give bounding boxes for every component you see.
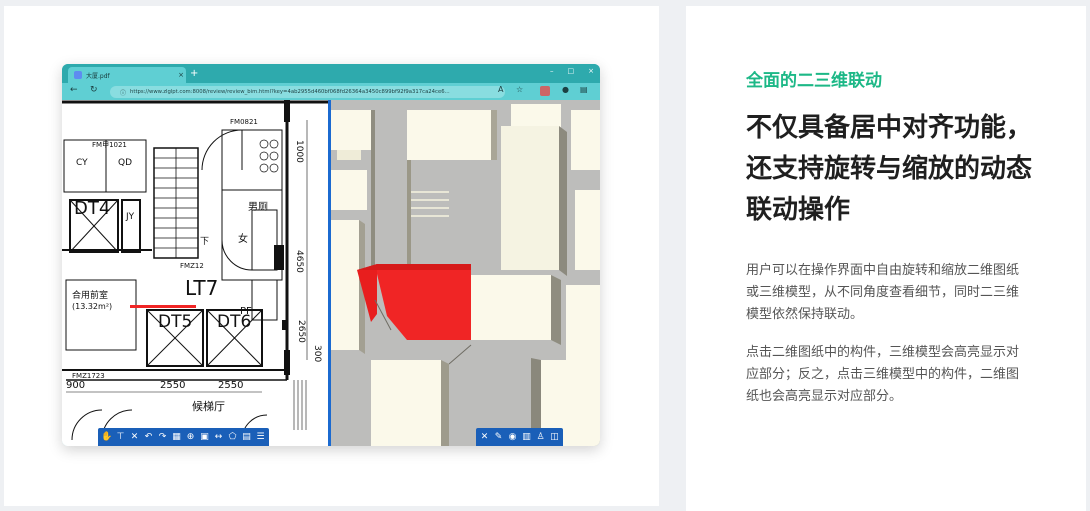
url-text: https://www.zlglpt.com:8008/review/revie…	[130, 89, 450, 95]
cad-label-qd: QD	[118, 158, 133, 168]
model-3d-pane[interactable]: ✕ ✎ ◉ ▥ ♙ ◫	[331, 100, 600, 446]
floor-plan-drawing	[62, 100, 328, 441]
description-paragraph-2: 点击二维图纸中的构件，三维模型会高亮显示对应部分；反之，点击三维模型中的构件，二…	[746, 345, 1020, 404]
tab-bar: 大厦.pdf × + – □ ×	[62, 64, 600, 83]
reload-icon[interactable]: ↻	[90, 85, 98, 95]
sidebar-icon[interactable]: ▤	[580, 85, 588, 94]
section-headline: 不仅具备居中对齐功能，还支持旋转与缩放的动态联动操作	[746, 113, 1033, 225]
section-kicker: 全面的二三维联动	[746, 71, 882, 91]
cad-label-fm1021: FM甲1021	[92, 141, 127, 149]
cad-label-cy: CY	[76, 158, 88, 168]
tab-close-icon[interactable]: ×	[176, 71, 186, 79]
browser-tab[interactable]: 大厦.pdf ×	[68, 67, 186, 83]
toolbar-2d: ✋ ⊤ ✕ ↶ ↷ ▦ ⊕ ▣ ↔ ⬠ ▤ ☰	[98, 428, 269, 446]
redo-icon[interactable]: ↷	[157, 432, 168, 443]
cad-label-dim-300: 300	[312, 345, 322, 363]
profile-icon[interactable]: ●	[562, 85, 569, 94]
bim-viewer: DT4 DT5 DT6 LT7 CY QD PF JY FM甲1021 FM08…	[62, 100, 600, 446]
pencil-icon[interactable]: ✎	[493, 432, 504, 443]
cad-label-fmz12: FMZ12	[180, 262, 204, 270]
split-icon[interactable]: ◫	[549, 432, 560, 443]
url-input[interactable]: ⓘ https://www.zlglpt.com:8008/review/rev…	[110, 86, 505, 98]
fit-icon[interactable]: ✕	[479, 432, 490, 443]
pin-icon[interactable]: ⊤	[115, 432, 126, 443]
highlighted-beam-2d	[130, 305, 196, 308]
address-bar: ← ↻ ⓘ https://www.zlglpt.com:8008/review…	[62, 83, 600, 100]
cad-label-fm0821: FM0821	[230, 118, 258, 126]
window-controls: – □ ×	[550, 67, 594, 75]
pdf-favicon-icon	[74, 71, 82, 79]
cad-label-dim-900: 900	[66, 380, 86, 391]
cad-label-pf: PF	[240, 306, 252, 317]
cad-label-nv: 女	[238, 234, 248, 245]
cad-label-nan: 男厕	[248, 202, 268, 213]
list-icon[interactable]: ☰	[255, 432, 266, 443]
cad-label-dim-1000: 1000	[294, 140, 304, 163]
favorite-star-icon[interactable]: ☆	[516, 85, 523, 94]
layers-icon[interactable]: ▤	[241, 432, 252, 443]
cad-label-fmz1723: FMZ1723	[72, 372, 105, 380]
maximize-button[interactable]: □	[568, 67, 575, 75]
cad-label-dim-2550a: 2550	[160, 380, 186, 391]
hand-icon[interactable]: ✋	[101, 432, 112, 443]
tab-title: 大厦.pdf	[86, 72, 110, 80]
building-model-3d	[331, 100, 600, 446]
drawing-2d-pane[interactable]: DT4 DT5 DT6 LT7 CY QD PF JY FM甲1021 FM08…	[62, 100, 328, 446]
cad-label-dt4[interactable]: DT4	[74, 198, 110, 219]
undo-icon[interactable]: ↶	[143, 432, 154, 443]
cad-label-xia: 下	[200, 237, 210, 247]
cad-label-area: (13.32m²)	[72, 302, 113, 311]
description-paragraph-1: 用户可以在操作界面中自由旋转和缩放二维图纸或三维模型，从不同角度查看细节，同时二…	[746, 263, 1020, 322]
cad-label-jy: JY	[126, 212, 135, 222]
close-window-button[interactable]: ×	[588, 67, 594, 75]
site-info-icon[interactable]: ⓘ	[120, 88, 126, 97]
cad-label-dim-4650: 4650	[294, 250, 304, 273]
zoom-icon[interactable]: ⊕	[185, 432, 196, 443]
cad-label-lobby: 候梯厅	[192, 400, 225, 413]
measure-icon[interactable]: ↔	[213, 432, 224, 443]
cad-label-lt7[interactable]: LT7	[185, 276, 218, 300]
shape-icon[interactable]: ⬠	[227, 432, 238, 443]
frame-icon[interactable]: ▣	[199, 432, 210, 443]
eye-icon[interactable]: ◉	[507, 432, 518, 443]
fit-icon[interactable]: ✕	[129, 432, 140, 443]
toolbar-3d: ✕ ✎ ◉ ▥ ♙ ◫	[476, 428, 563, 446]
section-icon[interactable]: ▥	[521, 432, 532, 443]
read-aloud-icon[interactable]: A	[498, 85, 503, 94]
tree-icon[interactable]: ♙	[535, 432, 546, 443]
cad-label-heyong: 合用前室	[72, 291, 109, 301]
browser-window: 大厦.pdf × + – □ × ← ↻ ⓘ https://www.zlglp…	[62, 64, 600, 446]
new-tab-button[interactable]: +	[190, 67, 198, 81]
grid-icon[interactable]: ▦	[171, 432, 182, 443]
extension-icon[interactable]	[540, 86, 550, 96]
cad-label-dt5[interactable]: DT5	[158, 312, 192, 332]
cad-label-dim-2550b: 2550	[218, 380, 244, 391]
back-icon[interactable]: ←	[70, 85, 78, 95]
minimize-button[interactable]: –	[550, 67, 554, 75]
cad-label-dim-2650: 2650	[296, 320, 306, 343]
